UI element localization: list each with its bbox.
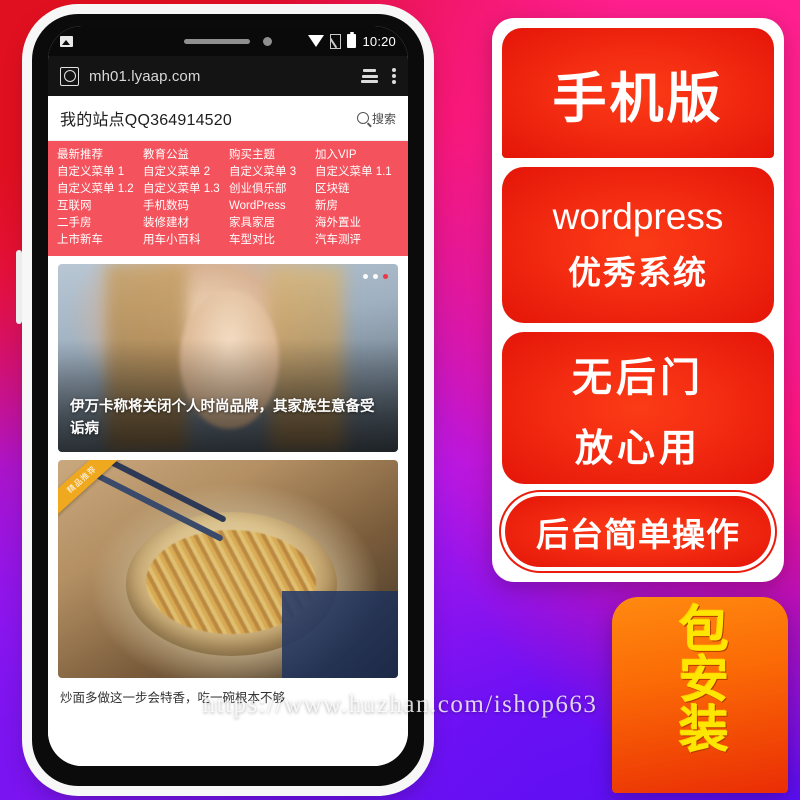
panel-block-security-line2: 放心用 — [574, 427, 701, 470]
category-menu-grid: 最新推荐 教育公益 购买主题 加入VIP 自定义菜单 1 自定义菜单 2 自定义菜单 3 自定… — [48, 141, 408, 256]
menu-item[interactable]: 自定义菜单 2 — [142, 164, 228, 181]
status-bar: 10:20 — [48, 26, 408, 56]
menu-item[interactable]: 手机数码 — [142, 198, 228, 215]
kebab-menu-icon[interactable] — [392, 68, 396, 84]
recommended-ribbon: 精品推荐 — [58, 460, 128, 522]
site-header: 我的站点QQ364914520 搜索 — [48, 96, 408, 141]
carousel-indicator[interactable] — [363, 274, 388, 279]
panel-hero-block: 手机版 — [502, 28, 774, 158]
hero-news-card[interactable]: 伊万卡称将关闭个人时尚品牌，其家族生意备受诟病 — [58, 264, 398, 452]
menu-item[interactable]: 最新推荐 — [56, 147, 142, 164]
menu-item[interactable]: 家具家居 — [228, 215, 314, 232]
notification-pill — [184, 38, 250, 44]
menu-item[interactable]: 自定义菜单 1.2 — [56, 181, 142, 198]
food-article-caption: 炒面多做这一步会特香，吃一碗根本不够 — [60, 691, 286, 705]
address-bar[interactable]: mh01.lyaap.com — [89, 68, 200, 85]
panel-block-wordpress-line2: 优秀系统 — [568, 254, 708, 291]
menu-item[interactable]: 自定义菜单 3 — [228, 164, 314, 181]
menu-item[interactable]: 购买主题 — [228, 147, 314, 164]
menu-item[interactable]: 新房 — [314, 198, 400, 215]
poster-canvas: 10:20 mh01.lyaap.com 我的站点QQ364914520 搜索 … — [0, 0, 800, 800]
menu-item[interactable]: 互联网 — [56, 198, 142, 215]
phone-screen: 10:20 mh01.lyaap.com 我的站点QQ364914520 搜索 … — [48, 26, 408, 766]
menu-item[interactable]: 加入VIP — [314, 147, 400, 164]
install-included-badge-text: 包安装 — [672, 603, 728, 753]
panel-block-wordpress: wordpress 优秀系统 — [502, 167, 774, 323]
panel-block-security-line1: 无后门 — [572, 355, 704, 400]
search-button[interactable]: 搜索 — [356, 110, 396, 127]
panel-block-admin: 后台简单操作 — [499, 490, 777, 573]
browser-toolbar: mh01.lyaap.com — [48, 56, 408, 96]
hero-headline: 伊万卡称将关闭个人时尚品牌，其家族生意备受诟病 — [70, 399, 375, 437]
feature-panel: 手机版 wordpress 优秀系统 无后门 放心用 后台简单操作 — [492, 18, 784, 582]
menu-item[interactable]: WordPress — [228, 198, 314, 215]
panel-block-wordpress-line1: wordpress — [552, 196, 724, 237]
carousel-dot-active[interactable] — [383, 274, 388, 279]
food-photo-chopstick — [82, 466, 225, 543]
menu-item[interactable]: 自定义菜单 1 — [56, 164, 142, 181]
magnifier-icon — [356, 112, 369, 124]
menu-item[interactable]: 二手房 — [56, 215, 142, 232]
food-article-card[interactable]: 精品推荐 — [58, 460, 398, 678]
signal-off-icon — [330, 33, 342, 49]
menu-item[interactable]: 区块链 — [314, 181, 400, 198]
menu-item[interactable]: 海外置业 — [314, 215, 400, 232]
menu-item[interactable]: 自定义菜单 1.1 — [314, 164, 400, 181]
menu-item[interactable]: 车型对比 — [228, 232, 314, 249]
phone-mockup: 10:20 mh01.lyaap.com 我的站点QQ364914520 搜索 … — [16, 14, 424, 786]
menu-item[interactable]: 上市新车 — [56, 232, 142, 249]
panel-block-security: 无后门 放心用 — [502, 332, 774, 484]
install-included-badge: 包安装 — [612, 597, 788, 793]
battery-icon — [347, 31, 357, 48]
tabs-stack-icon[interactable] — [361, 69, 378, 83]
menu-item[interactable]: 创业俱乐部 — [228, 181, 314, 198]
menu-item[interactable]: 用车小百科 — [142, 232, 228, 249]
feed-content: 伊万卡称将关闭个人时尚品牌，其家族生意备受诟病 精品推荐 炒面多做这一步会特香，… — [48, 256, 408, 766]
browser-toolbar-actions — [361, 68, 396, 84]
site-title: 我的站点QQ364914520 — [60, 112, 232, 129]
menu-item[interactable]: 装修建材 — [142, 215, 228, 232]
globe-icon — [60, 66, 79, 86]
menu-item[interactable]: 教育公益 — [142, 147, 228, 164]
carousel-dot[interactable] — [363, 274, 368, 279]
search-label: 搜索 — [371, 111, 396, 126]
food-photo-cloth — [282, 590, 398, 678]
menu-item[interactable]: 汽车测评 — [314, 232, 400, 249]
menu-item[interactable]: 自定义菜单 1.3 — [142, 181, 228, 198]
notification-dot — [263, 36, 272, 46]
carousel-dot[interactable] — [373, 274, 378, 279]
